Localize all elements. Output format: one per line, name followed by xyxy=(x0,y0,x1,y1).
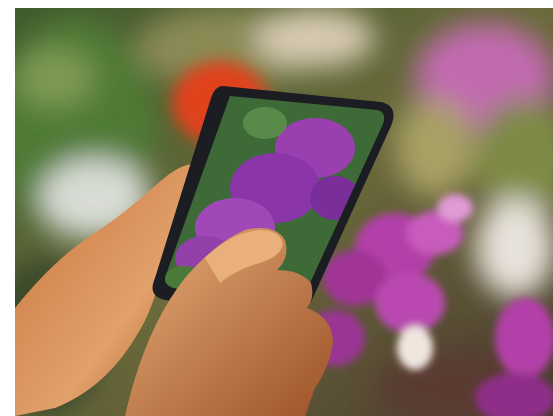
photo xyxy=(15,8,553,416)
